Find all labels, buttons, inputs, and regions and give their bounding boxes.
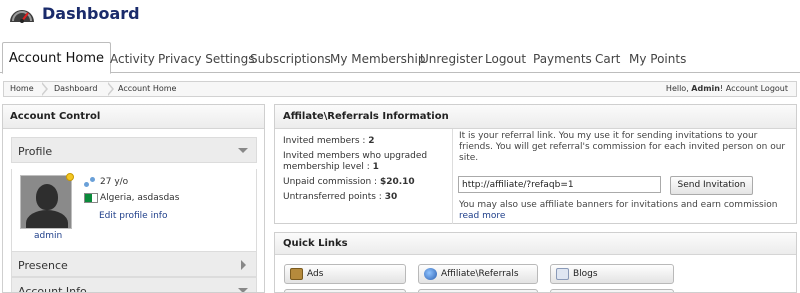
greeting-text: Hello, [665, 84, 689, 93]
tab-unregister[interactable]: Unregister [420, 52, 483, 66]
accordion-profile[interactable]: Profile [11, 137, 257, 163]
accordion-label: Account Info [18, 285, 87, 293]
panel-title: Affilate\Referrals Information [283, 111, 449, 122]
user-links: Hello, Admin! Account Logout [666, 84, 788, 93]
tab-payments[interactable]: Payments [533, 52, 592, 66]
username: Admin [691, 84, 720, 93]
quick-link-partial[interactable] [418, 289, 538, 292]
tab-my-points[interactable]: My Points [629, 52, 686, 66]
profile-card: admin 27 y/o Algeria, asdasdas Edit prof… [11, 169, 257, 251]
affiliate-stats: Invited members : 2 Invited members who … [283, 136, 453, 207]
avatar-head [36, 184, 58, 210]
status-indicator-icon [66, 173, 74, 181]
panel-header: Quick Links [275, 233, 796, 255]
panel-title: Account Control [10, 111, 101, 122]
stat-label: Invited members : [283, 136, 369, 146]
accordion-label: Profile [18, 145, 53, 158]
referral-link-input[interactable] [458, 176, 661, 193]
quick-link-blogs[interactable]: Blogs [550, 264, 674, 284]
referral-description: It is your referral link. You my use it … [459, 131, 786, 163]
quick-link-label: Ads [307, 269, 324, 279]
gender-age-icon [84, 177, 96, 188]
stat-upgraded-members: Invited members who upgraded membership … [283, 151, 453, 173]
blog-icon [556, 268, 569, 280]
affiliate-panel: Affilate\Referrals Information Invited m… [274, 104, 797, 224]
send-invitation-button[interactable]: Send Invitation [670, 176, 753, 195]
tab-activity[interactable]: Activity [110, 52, 155, 66]
chevron-right-icon [241, 260, 246, 270]
flag-icon [84, 193, 98, 203]
breadcrumb-separator [107, 82, 116, 96]
stat-unpaid-commission: Unpaid commission : $20.10 [283, 177, 453, 188]
accordion-label: Presence [18, 259, 68, 272]
stat-label: Untransferred points : [283, 192, 385, 202]
banner-note-text: You may also use affiliate banners for i… [459, 200, 778, 210]
quick-link-affiliate[interactable]: Affiliate\Referrals [418, 264, 538, 284]
divider [452, 129, 453, 224]
tab-subscriptions[interactable]: Subscriptions [250, 52, 331, 66]
breadcrumb-dashboard[interactable]: Dashboard [54, 84, 97, 93]
breadcrumb-account-home: Account Home [118, 84, 177, 93]
stat-invited-members: Invited members : 2 [283, 136, 453, 147]
stat-untransferred-points: Untransferred points : 30 [283, 192, 453, 203]
quick-link-label: Blogs [573, 269, 598, 279]
stat-value: $20.10 [379, 177, 415, 187]
logout-link[interactable]: Account Logout [726, 84, 788, 93]
tab-my-membership[interactable]: My Membership [330, 52, 425, 66]
panel-title: Quick Links [283, 238, 348, 249]
avatar-username-link[interactable]: admin [34, 231, 62, 241]
edit-profile-link[interactable]: Edit profile info [99, 211, 167, 221]
stat-label: Invited members who upgraded membership … [283, 151, 428, 172]
account-control-panel: Account Control Profile admin 27 y/o Alg… [2, 104, 265, 293]
chevron-down-icon [238, 288, 248, 292]
quick-link-partial[interactable] [550, 289, 674, 292]
avatar[interactable] [20, 175, 72, 229]
tab-account-home[interactable]: Account Home [2, 42, 112, 74]
greeting-punct: ! [720, 84, 724, 93]
stat-value: 2 [368, 136, 375, 146]
stat-value: 1 [372, 162, 379, 172]
read-more-link[interactable]: read more [459, 211, 505, 221]
app-header: Dashboard [0, 0, 800, 42]
tab-cart[interactable]: Cart [595, 52, 620, 66]
tab-logout[interactable]: Logout [485, 52, 526, 66]
panel-header: Account Control [3, 105, 264, 129]
chevron-down-icon [238, 148, 248, 153]
breadcrumb-home[interactable]: Home [10, 84, 34, 93]
quick-link-label: Affiliate\Referrals [441, 269, 519, 279]
location-text: Algeria, asdasdas [100, 193, 180, 203]
quick-link-partial[interactable] [284, 289, 406, 292]
breadcrumb: Home Dashboard Account Home Hello, Admin… [3, 81, 797, 97]
stat-value: 30 [384, 192, 398, 202]
accordion-account-info[interactable]: Account Info [11, 277, 257, 293]
age-text: 27 y/o [100, 177, 129, 187]
briefcase-icon [290, 268, 303, 280]
panel-header: Affilate\Referrals Information [275, 105, 796, 129]
tab-bar: Account Home Activity Privacy Settings S… [0, 42, 800, 74]
tab-privacy-settings[interactable]: Privacy Settings [158, 52, 254, 66]
quick-link-ads[interactable]: Ads [284, 264, 406, 284]
stat-label: Unpaid commission : [283, 177, 380, 187]
accordion-presence[interactable]: Presence [11, 251, 257, 277]
page-title: Dashboard [42, 4, 140, 23]
breadcrumb-separator [41, 82, 50, 96]
banner-note: You may also use affiliate banners for i… [459, 200, 794, 222]
speedometer-icon [10, 10, 34, 23]
globe-icon [424, 268, 437, 280]
avatar-body [26, 210, 68, 228]
quick-links-panel: Quick Links Ads Affiliate\Referrals Blog… [274, 232, 797, 293]
